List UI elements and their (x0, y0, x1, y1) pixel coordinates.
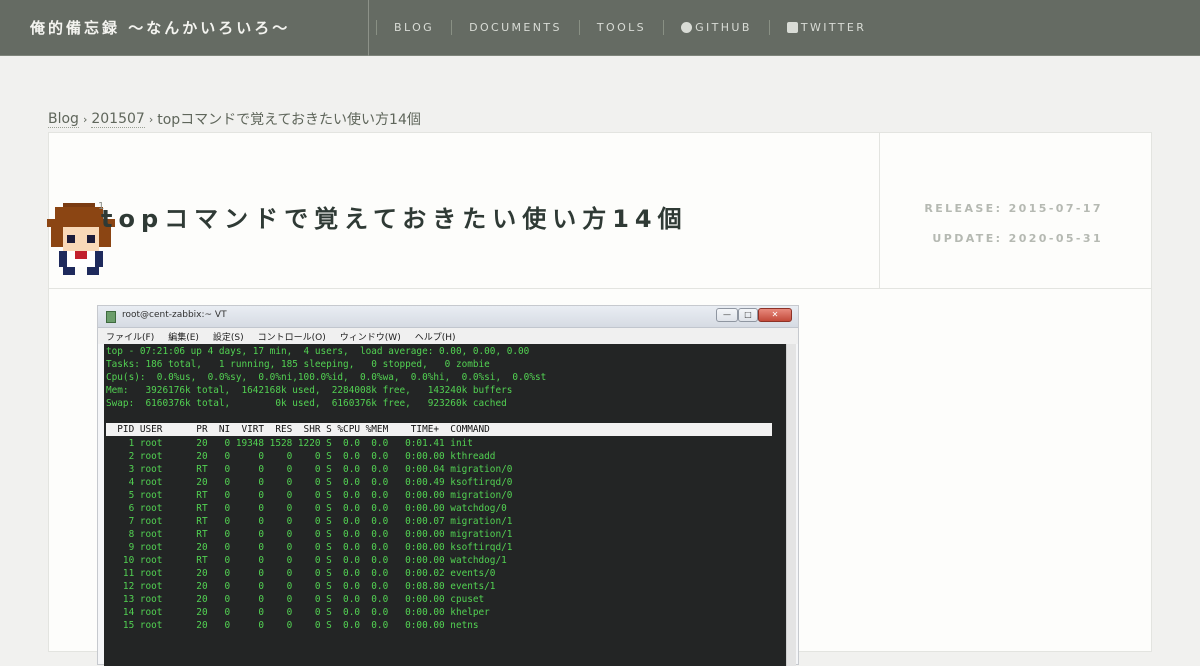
nav-twitter-label: TWITTER (800, 21, 867, 34)
process-row: 2 root 20 0 0 0 0 S 0.0 0.0 0:00.00 kthr… (106, 451, 496, 462)
terminal-scrollbar (786, 344, 796, 666)
top-summary-line: Mem: 3926176k total, 1642168k used, 2284… (106, 385, 513, 396)
menu-help: ヘルプ(H) (414, 332, 456, 343)
nav-documents[interactable]: DOCUMENTS (452, 21, 579, 34)
breadcrumb-month[interactable]: 201507 (91, 111, 145, 128)
process-table-header: PID USER PR NI VIRT RES SHR S %CPU %MEM … (106, 423, 772, 436)
menu-file: ファイル(F) (106, 332, 155, 343)
process-row: 10 root RT 0 0 0 0 S 0.0 0.0 0:00.00 wat… (106, 555, 507, 566)
nav-tools[interactable]: TOOLS (580, 21, 663, 34)
process-row: 13 root 20 0 0 0 0 S 0.0 0.0 0:00.00 cpu… (106, 594, 485, 605)
maximize-button: □ (738, 308, 758, 322)
terminal-app-icon (106, 311, 116, 323)
process-row: 8 root RT 0 0 0 0 S 0.0 0.0 0:00.00 migr… (106, 529, 513, 540)
page-title: topコマンドで覚えておきたい使い方14個 (101, 205, 688, 233)
site-title[interactable]: 俺的備忘録 〜なんかいろいろ〜 (30, 17, 290, 38)
article-screenshot: root@cent-zabbix:~ VT — □ ✕ ファイル(F) 編集(E… (97, 305, 799, 666)
chevron-right-icon: › (148, 112, 154, 126)
process-row: 15 root 20 0 0 0 0 S 0.0 0.0 0:00.00 net… (106, 620, 479, 631)
process-row: 6 root RT 0 0 0 0 S 0.0 0.0 0:00.00 watc… (106, 503, 507, 514)
release-date: RELEASE: 2015-07-17 (924, 202, 1103, 215)
chevron-right-icon: › (82, 112, 88, 126)
process-row: 4 root 20 0 0 0 0 S 0.0 0.0 0:00.49 ksof… (106, 477, 513, 488)
process-row: 3 root RT 0 0 0 0 S 0.0 0.0 0:00.04 migr… (106, 464, 513, 475)
menu-edit: 編集(E) (168, 332, 199, 343)
title-divider (368, 0, 369, 56)
top-summary-line: Swap: 6160376k total, 0k used, 6160376k … (106, 398, 507, 409)
nav-twitter[interactable]: TWITTER (770, 21, 883, 34)
nav-documents-label: DOCUMENTS (469, 21, 562, 34)
article-card: 1 topコマンドで覚えておきたい使い方14個 RELEASE: 2015-07… (47, 132, 1152, 666)
window-menubar: ファイル(F) 編集(E) 設定(S) コントロール(O) ウィンドウ(W) ヘ… (98, 328, 798, 344)
main-nav: BLOG DOCUMENTS TOOLS GITHUB TWITTER (376, 20, 883, 35)
minimize-button: — (716, 308, 738, 322)
nav-blog[interactable]: BLOG (377, 21, 451, 34)
terminal-output: top - 07:21:06 up 4 days, 17 min, 4 user… (104, 344, 786, 666)
menu-settings: 設定(S) (212, 332, 244, 343)
window-title: root@cent-zabbix:~ VT (122, 310, 227, 320)
process-row: 5 root RT 0 0 0 0 S 0.0 0.0 0:00.00 migr… (106, 490, 513, 501)
top-summary-line: Cpu(s): 0.0%us, 0.0%sy, 0.0%ni,100.0%id,… (106, 372, 547, 383)
top-summary-line: top - 07:21:06 up 4 days, 17 min, 4 user… (106, 346, 530, 357)
process-row: 7 root RT 0 0 0 0 S 0.0 0.0 0:00.07 migr… (106, 516, 513, 527)
breadcrumb: Blog › 201507 › topコマンドで覚えておきたい使い方14個 (48, 109, 421, 129)
process-row: 9 root 20 0 0 0 0 S 0.0 0.0 0:00.00 ksof… (106, 542, 513, 553)
window-titlebar: root@cent-zabbix:~ VT — □ ✕ (98, 306, 798, 328)
nav-blog-label: BLOG (394, 21, 435, 34)
update-date: UPDATE: 2020-05-31 (932, 232, 1103, 245)
process-row: 11 root 20 0 0 0 0 S 0.0 0.0 0:00.02 eve… (106, 568, 496, 579)
menu-control: コントロール(O) (257, 332, 326, 343)
site-header: 俺的備忘録 〜なんかいろいろ〜 BLOG DOCUMENTS TOOLS GIT… (0, 0, 1200, 56)
process-row: 14 root 20 0 0 0 0 S 0.0 0.0 0:00.00 khe… (106, 607, 490, 618)
github-icon (681, 22, 693, 33)
breadcrumb-current: topコマンドで覚えておきたい使い方14個 (157, 112, 421, 128)
twitter-icon (786, 22, 798, 33)
date-panel: RELEASE: 2015-07-17 UPDATE: 2020-05-31 (879, 133, 1151, 289)
process-row: 12 root 20 0 0 0 0 S 0.0 0.0 0:08.80 eve… (106, 581, 496, 592)
article-header: 1 topコマンドで覚えておきたい使い方14個 RELEASE: 2015-07… (47, 133, 1151, 289)
nav-tools-label: TOOLS (596, 21, 647, 34)
close-button: ✕ (758, 308, 792, 322)
nav-github-label: GITHUB (695, 21, 752, 34)
menu-window: ウィンドウ(W) (339, 332, 401, 343)
top-summary-line: Tasks: 186 total, 1 running, 185 sleepin… (106, 359, 490, 370)
breadcrumb-blog[interactable]: Blog (48, 111, 79, 128)
process-row: 1 root 20 0 19348 1528 1220 S 0.0 0.0 0:… (106, 438, 473, 449)
nav-github[interactable]: GITHUB (664, 21, 769, 34)
